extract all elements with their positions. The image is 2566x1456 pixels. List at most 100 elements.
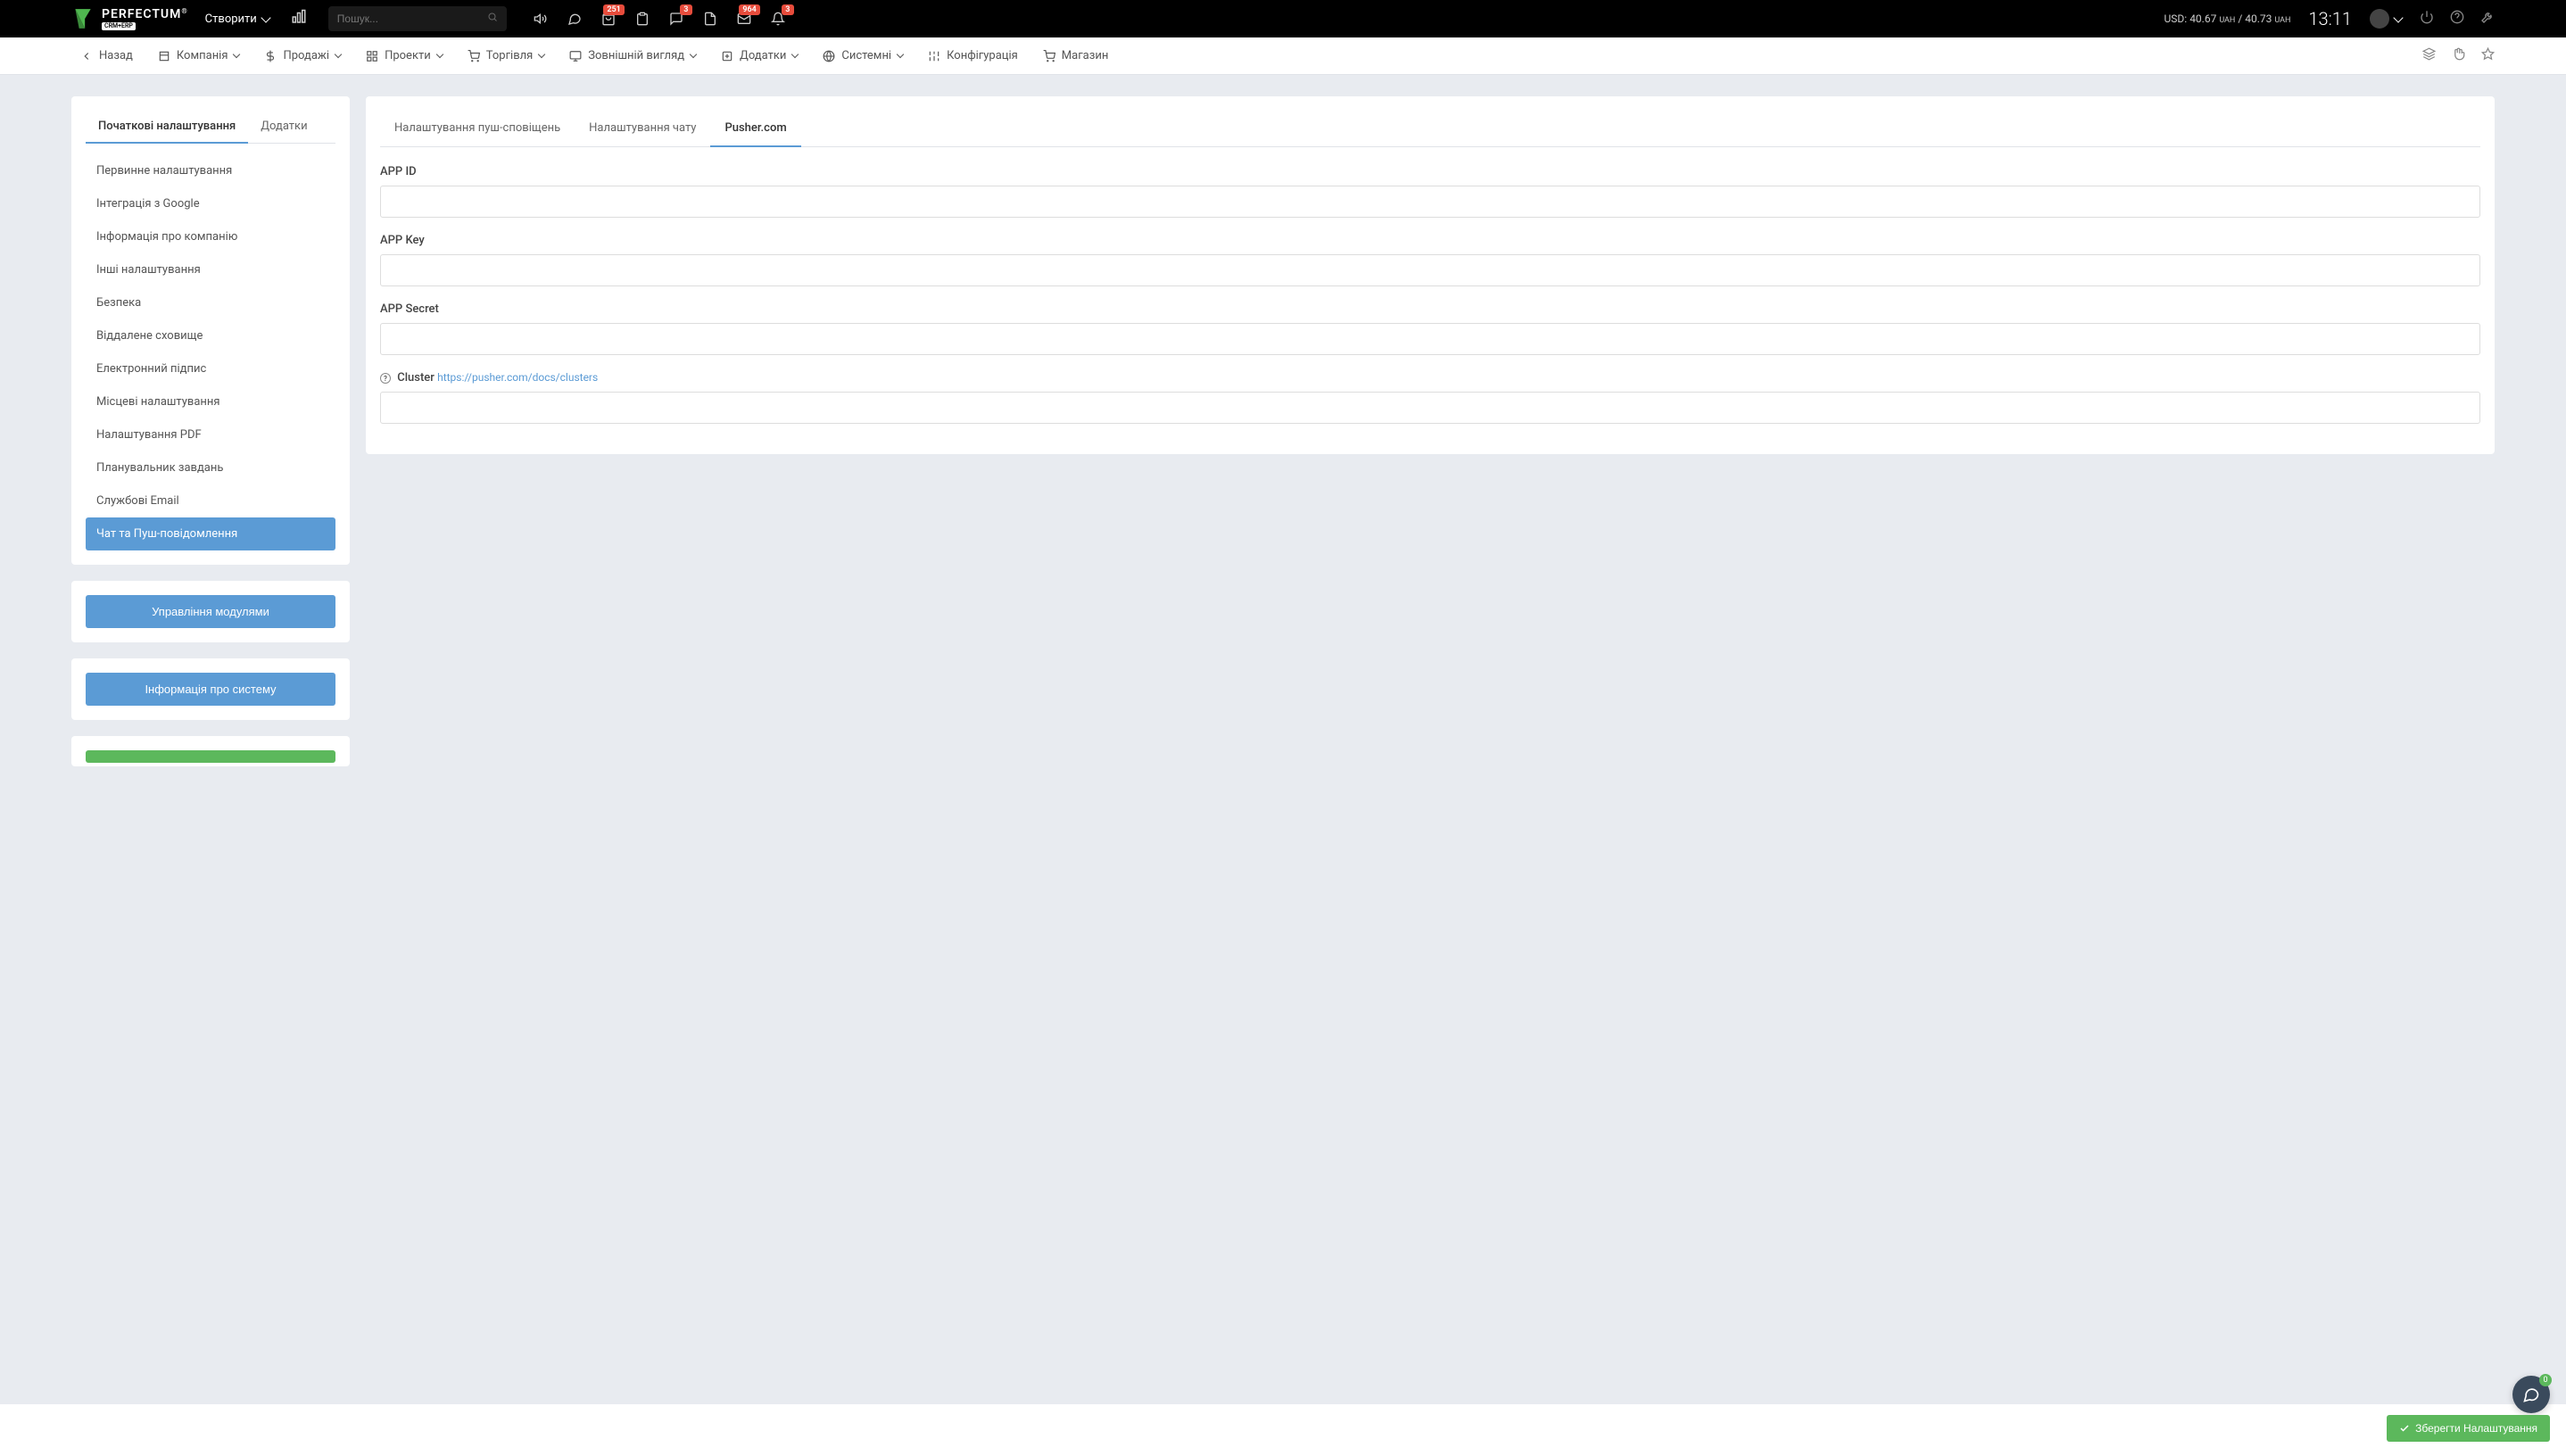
nav-config[interactable]: Конфігурація: [919, 37, 1027, 74]
sidebar-item-primary[interactable]: Первинне налаштування: [86, 154, 335, 187]
field-app-key: APP Key: [380, 234, 2480, 286]
field-app-id: APP ID: [380, 165, 2480, 218]
sidebar-item-other[interactable]: Інші налаштування: [86, 253, 335, 286]
file-icon[interactable]: [703, 12, 717, 26]
create-label: Створити: [205, 12, 257, 26]
sidebar-tab-addons[interactable]: Додатки: [248, 111, 319, 143]
create-dropdown[interactable]: Створити: [205, 12, 269, 26]
cluster-docs-link[interactable]: https://pusher.com/docs/clusters: [437, 371, 598, 384]
nav-back[interactable]: Назад: [71, 37, 142, 74]
sidebar-item-chat-push[interactable]: Чат та Пуш-повідомлення: [86, 517, 335, 550]
sidebar-item-remote[interactable]: Віддалене сховище: [86, 319, 335, 352]
chevron-down-icon: [335, 51, 342, 58]
sidebar-item-email[interactable]: Службові Email: [86, 484, 335, 517]
input-app-secret[interactable]: [380, 323, 2480, 355]
content-card: Налаштування пуш-сповіщень Налаштування …: [366, 96, 2495, 454]
nav-system[interactable]: Системні: [814, 37, 912, 74]
input-app-key[interactable]: [380, 254, 2480, 286]
search-box[interactable]: [328, 6, 507, 31]
sidebar-settings-card: Початкові налаштування Додатки Первинне …: [71, 96, 350, 565]
sidebar-item-local[interactable]: Місцеві налаштування: [86, 385, 335, 418]
save-button[interactable]: Зберегти Налаштування: [2387, 1415, 2550, 1442]
power-icon[interactable]: [2420, 10, 2434, 28]
comment-icon[interactable]: [567, 12, 582, 26]
sidebar-item-company[interactable]: Інформація про компанію: [86, 220, 335, 253]
avatar: [2370, 9, 2389, 29]
fab-badge: 0: [2539, 1374, 2552, 1386]
search-input[interactable]: [337, 12, 487, 25]
nav-addons[interactable]: Додатки: [712, 37, 807, 74]
save-label: Зберегти Налаштування: [2415, 1422, 2537, 1435]
chevron-down-icon: [2393, 12, 2403, 22]
tab-chat-settings[interactable]: Налаштування чату: [575, 111, 710, 146]
hand-icon[interactable]: [2452, 47, 2465, 64]
sidebar-item-google[interactable]: Інтеграція з Google: [86, 187, 335, 220]
sound-icon[interactable]: [534, 12, 548, 26]
nav-appearance[interactable]: Зовнішній вигляд: [560, 37, 705, 74]
help-circle-icon[interactable]: ?: [380, 373, 391, 384]
green-button-partial[interactable]: [86, 750, 335, 763]
bell-badge: 3: [782, 4, 794, 15]
sidebar-list: Первинне налаштування Інтеграція з Googl…: [86, 154, 335, 550]
label-app-secret: APP Secret: [380, 302, 2480, 316]
sysinfo-button[interactable]: Інформація про систему: [86, 673, 335, 706]
help-icon[interactable]: [2450, 10, 2464, 28]
logo[interactable]: PERFECTUM® CRM+ERP: [71, 7, 187, 30]
sidebar-item-security[interactable]: Безпека: [86, 286, 335, 319]
chevron-down-icon: [538, 51, 545, 58]
sidebar-item-pdf[interactable]: Налаштування PDF: [86, 418, 335, 451]
bottom-strip: [0, 1404, 2566, 1456]
header-icons: 251 3 964 3: [534, 12, 785, 26]
sidebar-tabs: Початкові налаштування Додатки: [86, 111, 335, 144]
content-tabs: Налаштування пуш-сповіщень Налаштування …: [380, 111, 2480, 147]
chevron-down-icon: [690, 51, 697, 58]
modules-button[interactable]: Управління модулями: [86, 595, 335, 628]
nav-back-label: Назад: [99, 49, 133, 62]
sidebar-modules-card: Управління модулями: [71, 581, 350, 642]
wrench-icon[interactable]: [2480, 10, 2495, 28]
logo-text: PERFECTUM: [102, 7, 181, 21]
sidebar-green-card: [71, 736, 350, 766]
nav-sales[interactable]: Продажі: [255, 37, 350, 74]
bell-icon[interactable]: 3: [771, 12, 785, 26]
label-app-key: APP Key: [380, 234, 2480, 247]
sidebar: Початкові налаштування Додатки Первинне …: [71, 96, 350, 766]
clipboard-icon[interactable]: [635, 12, 650, 26]
sidebar-item-esign[interactable]: Електронний підпис: [86, 352, 335, 385]
star-icon[interactable]: [2481, 47, 2495, 64]
nav-trade[interactable]: Торгівля: [459, 37, 554, 74]
input-cluster[interactable]: [380, 392, 2480, 424]
user-menu[interactable]: [2370, 9, 2402, 29]
chat-fab[interactable]: 0: [2512, 1376, 2550, 1413]
mail-icon[interactable]: 964: [737, 12, 751, 26]
chat-badge: 3: [680, 4, 692, 15]
nav-projects[interactable]: Проекти: [357, 37, 451, 74]
chevron-down-icon: [791, 51, 799, 58]
tab-push-settings[interactable]: Налаштування пуш-сповіщень: [380, 111, 575, 146]
main-content: Початкові налаштування Додатки Первинне …: [0, 75, 2566, 788]
field-cluster: ? Cluster https://pusher.com/docs/cluste…: [380, 371, 2480, 424]
nav-store[interactable]: Магазин: [1034, 37, 1118, 74]
chevron-down-icon: [261, 12, 270, 22]
mail-badge: 964: [739, 4, 759, 15]
logo-subtext: CRM+ERP: [102, 22, 136, 30]
input-app-id[interactable]: [380, 186, 2480, 218]
bag-badge: 251: [603, 4, 624, 15]
header-right: USD: 40.67 UAH / 40.73 UAH 13:11: [2165, 8, 2495, 29]
chevron-down-icon: [435, 51, 443, 58]
logo-registered: ®: [181, 7, 186, 15]
nav-bar: Назад Компанія Продажі Проекти Торгівля …: [0, 37, 2566, 75]
chevron-down-icon: [897, 51, 904, 58]
top-header: PERFECTUM® CRM+ERP Створити 251 3: [0, 0, 2566, 37]
bag-icon[interactable]: 251: [601, 12, 616, 26]
sidebar-item-scheduler[interactable]: Планувальник завдань: [86, 451, 335, 484]
stats-icon[interactable]: [291, 9, 307, 29]
tab-pusher[interactable]: Pusher.com: [710, 111, 800, 147]
layers-icon[interactable]: [2422, 47, 2436, 64]
nav-company[interactable]: Компанія: [149, 37, 249, 74]
sidebar-tab-initial[interactable]: Початкові налаштування: [86, 111, 248, 144]
clock: 13:11: [2308, 8, 2352, 29]
chat-icon[interactable]: 3: [669, 12, 683, 26]
label-app-id: APP ID: [380, 165, 2480, 178]
logo-mark-icon: [71, 7, 95, 30]
